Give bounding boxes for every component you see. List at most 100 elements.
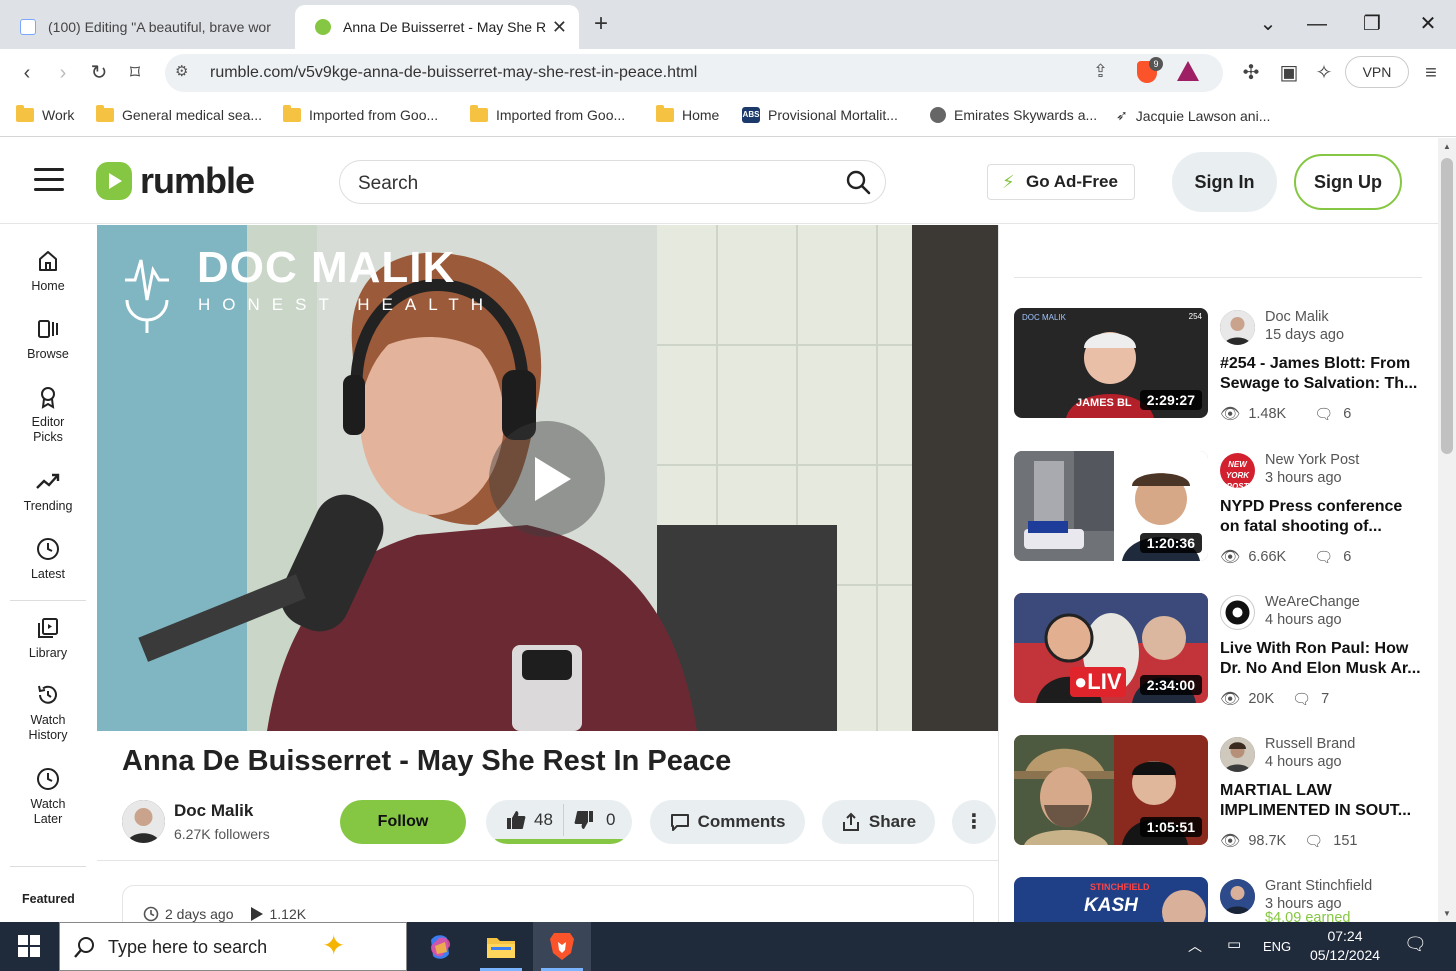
- bookmark-emirates[interactable]: Emirates Skywards a...: [930, 107, 1097, 123]
- recommended-video[interactable]: DOC MALIK JAMES BL 254 2:29:27 Doc Malik…: [1014, 308, 1424, 423]
- recommended-video[interactable]: STINCHFIELD KASH Grant Stinchfield 3 hou…: [1014, 877, 1424, 922]
- channel-avatar[interactable]: [1220, 595, 1255, 630]
- channel-name[interactable]: Doc Malik: [174, 801, 253, 821]
- thumbs-up-icon: [507, 811, 526, 829]
- search-input[interactable]: Search: [339, 160, 886, 204]
- comments-button[interactable]: Comments: [650, 800, 805, 844]
- sign-in-button[interactable]: Sign In: [1172, 152, 1277, 212]
- bookmark-provisional-mortality[interactable]: ABS Provisional Mortalit...: [742, 107, 898, 123]
- recommended-video[interactable]: ●LIV 2:34:00 WeAreChange 4 hours ago Liv…: [1014, 593, 1424, 708]
- new-tab-button[interactable]: +: [594, 12, 608, 36]
- like-button[interactable]: 48: [506, 810, 553, 830]
- bookmark-work[interactable]: Work: [16, 105, 74, 123]
- taskbar-file-explorer[interactable]: [472, 922, 530, 971]
- start-button[interactable]: [0, 922, 58, 971]
- channel-avatar[interactable]: NEW YORK POST: [1220, 453, 1255, 488]
- sidebar-item-latest[interactable]: Latest: [0, 537, 96, 582]
- tab-title: (100) Editing "A beautiful, brave wor: [48, 19, 271, 35]
- search-icon[interactable]: [845, 169, 871, 195]
- go-ad-free-button[interactable]: ⚡ Go Ad-Free: [987, 164, 1135, 200]
- taskbar-clock[interactable]: 07:24 05/12/2024: [1306, 927, 1384, 965]
- sidebar-item-browse[interactable]: Browse: [0, 317, 96, 362]
- network-icon[interactable]: ▭: [1227, 935, 1241, 953]
- restore-button[interactable]: ❐: [1352, 10, 1392, 38]
- tab-rumble[interactable]: Anna De Buisserret - May She R ✕: [295, 5, 579, 49]
- bookmark-icon[interactable]: ⌑: [122, 61, 148, 85]
- tab-search-chevron-icon[interactable]: ⌄: [1248, 10, 1288, 38]
- video-player[interactable]: DOC MALIK HONEST HEALTH: [97, 225, 998, 731]
- hamburger-menu-icon[interactable]: [34, 168, 64, 192]
- minimize-button[interactable]: —: [1297, 10, 1337, 38]
- menu-icon[interactable]: ≡: [1418, 61, 1444, 85]
- bookmark-label: Emirates Skywards a...: [954, 107, 1098, 123]
- channel-name[interactable]: WeAreChange: [1265, 594, 1360, 610]
- follow-button[interactable]: Follow: [340, 800, 466, 844]
- sidebar-item-library[interactable]: Library: [0, 616, 96, 661]
- video-thumbnail[interactable]: 1:05:51: [1014, 735, 1208, 845]
- video-thumbnail[interactable]: DOC MALIK JAMES BL 254 2:29:27: [1014, 308, 1208, 418]
- sidebar-item-home[interactable]: Home: [0, 249, 96, 294]
- extensions-icon[interactable]: ✣: [1238, 61, 1264, 85]
- channel-name[interactable]: Grant Stinchfield: [1265, 878, 1372, 894]
- history-icon: [38, 685, 57, 704]
- vpn-button[interactable]: VPN: [1345, 56, 1409, 88]
- share-button[interactable]: Share: [822, 800, 935, 844]
- reload-icon[interactable]: ↻: [86, 61, 112, 85]
- site-settings-icon[interactable]: ⚙: [175, 62, 188, 80]
- sidebar-item-watch-history[interactable]: Watch History: [0, 683, 96, 743]
- wallet-icon[interactable]: ▣: [1276, 61, 1302, 85]
- bookmark-general-medical[interactable]: General medical sea...: [96, 105, 262, 123]
- scroll-down-icon[interactable]: ▼: [1443, 909, 1451, 918]
- close-tab-icon[interactable]: ✕: [552, 17, 567, 38]
- bookmark-jacquie-lawson[interactable]: ➶ Jacquie Lawson ani...: [1116, 107, 1270, 124]
- taskbar-brave[interactable]: [533, 922, 591, 971]
- back-icon[interactable]: ‹: [14, 61, 40, 85]
- scrollbar-thumb[interactable]: [1441, 158, 1453, 454]
- address-bar[interactable]: ⚙ rumble.com/v5v9kge-anna-de-buisserret-…: [165, 54, 1223, 92]
- leo-ai-icon[interactable]: ✧: [1311, 61, 1337, 85]
- bookmark-imported-2[interactable]: Imported from Goo...: [470, 105, 625, 123]
- channel-name[interactable]: Doc Malik: [1265, 309, 1329, 325]
- language-indicator[interactable]: ENG: [1263, 939, 1291, 954]
- bookmark-imported-1[interactable]: Imported from Goo...: [283, 105, 438, 123]
- channel-name[interactable]: Russell Brand: [1265, 736, 1355, 752]
- recommended-video[interactable]: 1:20:36 NEW YORK POST New York Post 3 hour…: [1014, 451, 1424, 566]
- rumble-logo[interactable]: rumble: [96, 160, 255, 202]
- recommended-video[interactable]: 1:05:51 Russell Brand 4 hours ago MARTIA…: [1014, 735, 1424, 850]
- share-page-icon[interactable]: ⇪: [1093, 61, 1108, 82]
- channel-avatar[interactable]: [1220, 310, 1255, 345]
- bookmark-home[interactable]: Home: [656, 105, 719, 123]
- video-title[interactable]: Live With Ron Paul: How Dr. No And Elon …: [1220, 639, 1424, 679]
- sidebar-item-editor-picks[interactable]: Editor Picks: [0, 385, 96, 445]
- forward-icon[interactable]: ›: [50, 61, 76, 85]
- page-scrollbar[interactable]: ▲ ▼: [1438, 138, 1456, 922]
- video-thumbnail[interactable]: 1:20:36: [1014, 451, 1208, 561]
- video-title[interactable]: #254 - James Blott: From Sewage to Salva…: [1220, 354, 1424, 394]
- sidebar-item-trending[interactable]: Trending: [0, 469, 96, 514]
- clock-icon: [143, 906, 159, 922]
- folder-icon: [96, 105, 114, 122]
- play-button[interactable]: [489, 421, 605, 537]
- channel-name[interactable]: New York Post: [1265, 452, 1359, 468]
- channel-avatar[interactable]: [1220, 737, 1255, 772]
- url-text[interactable]: rumble.com/v5v9kge-anna-de-buisserret-ma…: [210, 64, 697, 82]
- bookmark-label: Provisional Mortalit...: [768, 107, 898, 123]
- close-window-button[interactable]: ✕: [1408, 10, 1448, 38]
- sidebar-item-watch-later[interactable]: Watch Later: [0, 767, 96, 827]
- taskbar-search-input[interactable]: Type here to search ✦: [59, 922, 407, 971]
- notifications-icon[interactable]: 🗨: [1404, 934, 1427, 955]
- tab-editing[interactable]: (100) Editing "A beautiful, brave wor: [0, 5, 292, 49]
- video-title[interactable]: NYPD Press conference on fatal shooting …: [1220, 497, 1424, 537]
- brave-rewards-icon[interactable]: [1177, 61, 1199, 81]
- taskbar-copilot[interactable]: [411, 922, 469, 971]
- scroll-up-icon[interactable]: ▲: [1443, 142, 1451, 151]
- channel-avatar[interactable]: [122, 800, 165, 843]
- video-thumbnail[interactable]: STINCHFIELD KASH: [1014, 877, 1208, 922]
- sign-up-button[interactable]: Sign Up: [1294, 154, 1402, 210]
- chevron-up-icon[interactable]: ︿: [1188, 936, 1202, 956]
- video-thumbnail[interactable]: ●LIV 2:34:00: [1014, 593, 1208, 703]
- more-options-icon[interactable]: ⋮: [952, 800, 996, 844]
- dislike-button[interactable]: 0: [574, 810, 615, 830]
- video-title[interactable]: MARTIAL LAW IMPLIMENTED IN SOUT...: [1220, 781, 1424, 821]
- channel-avatar[interactable]: [1220, 879, 1255, 914]
